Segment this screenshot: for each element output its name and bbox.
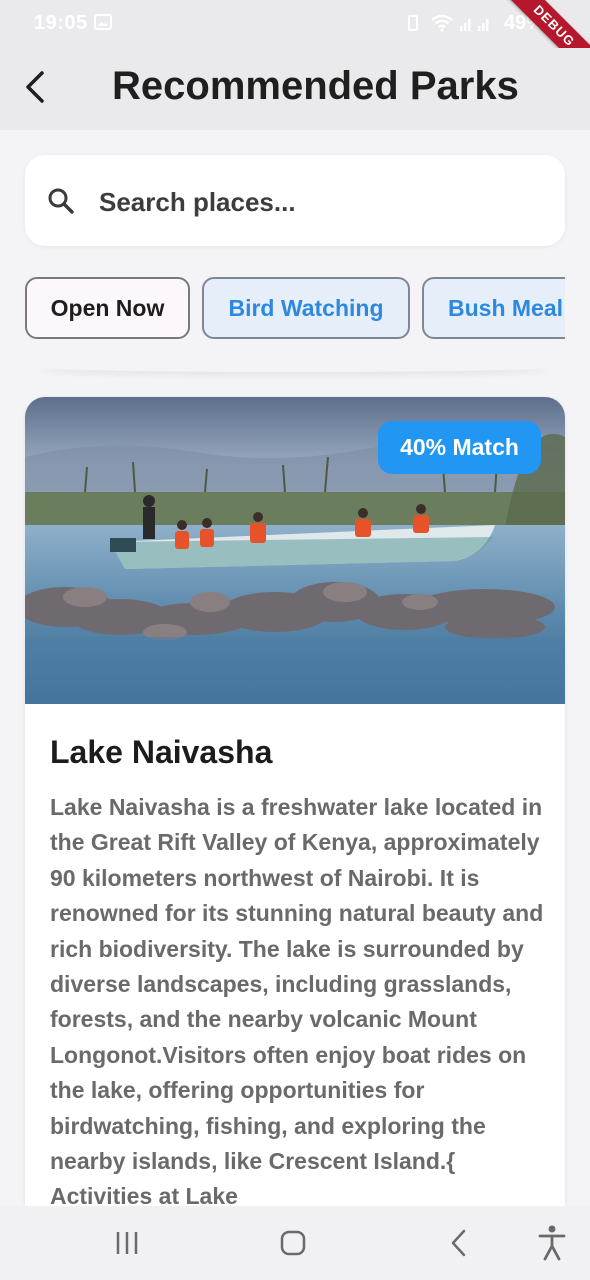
match-badge: 40% Match [378,421,541,474]
list-top-edge [40,362,550,372]
chip-bush-meal[interactable]: Bush Meal [422,277,565,339]
chip-bird-watching[interactable]: Bird Watching [202,277,410,339]
back-icon[interactable] [444,1226,474,1260]
search-bar[interactable] [25,155,565,246]
wifi-icon [431,14,453,32]
app-bar: Recommended Parks [0,48,590,130]
gallery-notification-icon [94,14,112,30]
filter-chips: Open Now Bird Watching Bush Meal [25,277,565,341]
status-bar: 19:05 49% [0,0,590,48]
back-arrow-icon[interactable] [16,62,56,112]
system-nav-bar [0,1206,590,1280]
recent-apps-icon[interactable] [110,1228,144,1258]
chip-open-now[interactable]: Open Now [25,277,190,339]
search-input[interactable] [97,179,541,225]
page-title: Recommended Parks [112,64,519,108]
park-description: Lake Naivasha is a freshwater lake locat… [50,794,544,1210]
home-icon[interactable] [276,1228,310,1258]
accessibility-icon[interactable] [536,1224,568,1262]
park-name: Lake Naivasha [50,734,273,770]
signal-icon [460,19,489,31]
status-time: 19:05 [34,12,88,34]
search-icon [48,188,74,214]
park-card[interactable]: 40% Match Lake Naivasha Lake Naivasha is… [25,397,565,1280]
screen: 19:05 49% DEBUG Recommended Parks Search… [0,0,590,1280]
battery-icon [408,15,418,31]
